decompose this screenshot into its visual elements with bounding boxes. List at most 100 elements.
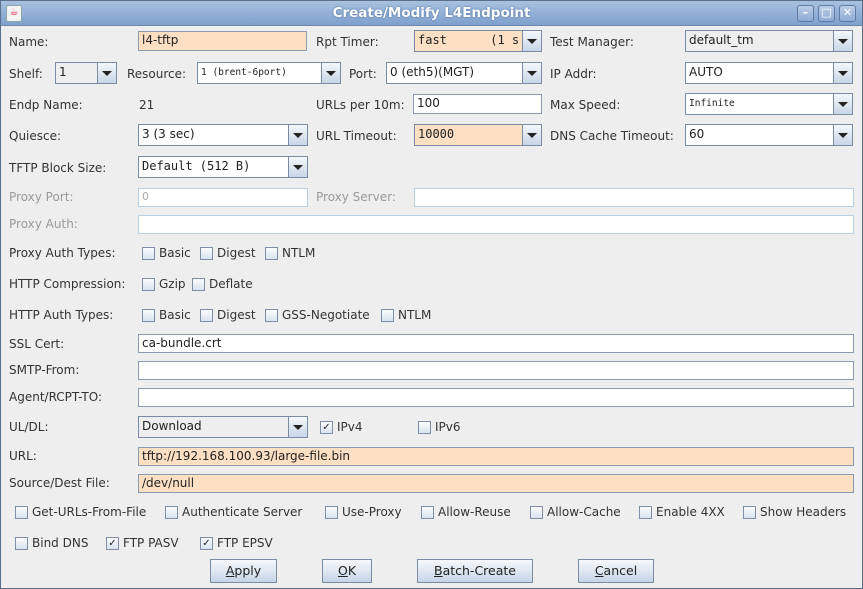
checkbox-label: Show Headers xyxy=(760,505,847,519)
gzip-checkbox[interactable]: Gzip xyxy=(142,277,186,291)
proxy-port-input[interactable]: 0 xyxy=(138,188,308,207)
chevron-down-icon[interactable] xyxy=(833,31,852,51)
ipv6-checkbox[interactable]: IPv6 xyxy=(418,420,461,434)
checkbox-label: Digest xyxy=(217,308,256,322)
checkbox-label: Basic xyxy=(159,246,191,260)
shelf-select[interactable]: 1 xyxy=(55,62,117,84)
tftp-block-size-select[interactable]: Default (512 B) xyxy=(138,156,308,178)
url-timeout-label: URL Timeout: xyxy=(316,129,397,143)
source-dest-file-label: Source/Dest File: xyxy=(9,476,110,490)
dialog-window: ☕ Create/Modify L4Endpoint – □ ✕ Name: l… xyxy=(0,0,863,589)
chevron-down-icon[interactable] xyxy=(97,63,116,83)
ip-addr-label: IP Addr: xyxy=(550,67,597,81)
deflate-checkbox[interactable]: Deflate xyxy=(192,277,253,291)
dns-cache-timeout-select[interactable]: 60 xyxy=(685,124,853,146)
ok-button[interactable]: OK xyxy=(322,559,372,583)
ul-dl-select[interactable]: Download xyxy=(138,416,308,438)
cancel-button[interactable]: Cancel xyxy=(578,559,654,583)
mnemonic: B xyxy=(434,563,443,578)
checkbox-label: FTP PASV xyxy=(123,536,179,550)
checkbox-checked-icon: ✓ xyxy=(200,536,213,550)
checkbox-label: Use-Proxy xyxy=(342,505,402,519)
apply-button[interactable]: Apply xyxy=(210,559,277,583)
dns-cache-timeout-value: 60 xyxy=(689,127,705,141)
ip-addr-select[interactable]: AUTO xyxy=(685,62,853,84)
ssl-cert-label: SSL Cert: xyxy=(9,337,65,351)
test-manager-select[interactable]: default_tm xyxy=(685,30,853,52)
checkbox-label: Allow-Reuse xyxy=(438,505,511,519)
proxy-server-input[interactable] xyxy=(414,188,854,207)
chevron-down-icon[interactable] xyxy=(833,125,852,145)
title-bar[interactable]: ☕ Create/Modify L4Endpoint – □ ✕ xyxy=(1,1,862,26)
checkbox-icon xyxy=(200,246,213,260)
test-manager-label: Test Manager: xyxy=(550,35,634,49)
resource-select[interactable]: 1 (brent-6port) xyxy=(197,62,341,84)
quiesce-select[interactable]: 3 (3 sec) xyxy=(138,124,308,146)
rpt-timer-select[interactable]: fast (1 s) xyxy=(414,30,542,52)
allow-cache-checkbox[interactable]: Allow-Cache xyxy=(530,505,621,519)
minimize-icon: – xyxy=(802,6,809,19)
agent-rcpt-to-input[interactable] xyxy=(138,388,854,407)
chevron-down-icon[interactable] xyxy=(522,125,541,145)
chevron-down-icon[interactable] xyxy=(833,63,852,83)
checkbox-checked-icon: ✓ xyxy=(106,536,119,550)
chevron-down-icon[interactable] xyxy=(321,63,340,83)
use-proxy-checkbox[interactable]: Use-Proxy xyxy=(325,505,402,519)
name-input[interactable]: l4-tftp xyxy=(138,31,307,51)
chevron-down-icon[interactable] xyxy=(288,417,307,437)
close-button[interactable]: ✕ xyxy=(839,5,856,22)
bind-dns-checkbox[interactable]: Bind DNS xyxy=(15,536,88,550)
urls-per-10m-input[interactable]: 100 xyxy=(413,94,542,114)
http-auth-digest-checkbox[interactable]: Digest xyxy=(200,308,256,322)
ftp-pasv-checkbox[interactable]: ✓ FTP PASV xyxy=(106,536,179,550)
http-auth-gss-negotiate-checkbox[interactable]: GSS-Negotiate xyxy=(265,308,370,322)
source-dest-file-input[interactable]: /dev/null xyxy=(138,474,854,493)
chevron-down-icon[interactable] xyxy=(288,125,307,145)
enable-4xx-checkbox[interactable]: Enable 4XX xyxy=(639,505,725,519)
checkbox-icon xyxy=(325,505,338,519)
chevron-down-icon[interactable] xyxy=(522,31,541,51)
checkbox-icon xyxy=(192,277,205,291)
button-label: K xyxy=(347,563,357,578)
authenticate-server-checkbox[interactable]: Authenticate Server xyxy=(165,505,302,519)
checkbox-icon xyxy=(15,505,28,519)
checkbox-icon xyxy=(200,308,213,322)
http-auth-basic-checkbox[interactable]: Basic xyxy=(142,308,191,322)
url-input[interactable]: tftp://192.168.100.93/large-file.bin xyxy=(138,447,854,466)
ftp-epsv-checkbox[interactable]: ✓ FTP EPSV xyxy=(200,536,273,550)
quiesce-label: Quiesce: xyxy=(9,129,62,143)
url-timeout-value: 10000 xyxy=(418,127,455,141)
checkbox-icon xyxy=(530,505,543,519)
window-title: Create/Modify L4Endpoint xyxy=(332,5,531,21)
agent-rcpt-to-label: Agent/RCPT-TO: xyxy=(9,390,102,404)
chevron-down-icon[interactable] xyxy=(833,94,852,114)
proxy-auth-input[interactable] xyxy=(138,215,854,234)
maximize-button[interactable]: □ xyxy=(818,5,835,22)
http-auth-ntlm-checkbox[interactable]: NTLM xyxy=(381,308,431,322)
proxy-server-label: Proxy Server: xyxy=(316,190,396,204)
get-urls-from-file-checkbox[interactable]: Get-URLs-From-File xyxy=(15,505,146,519)
batch-create-button[interactable]: Batch-Create xyxy=(417,559,533,583)
max-speed-select[interactable]: Infinite xyxy=(685,93,853,115)
chevron-down-icon[interactable] xyxy=(522,63,541,83)
port-select[interactable]: 0 (eth5)(MGT) xyxy=(386,62,542,84)
checkbox-icon xyxy=(142,277,155,291)
port-label: Port: xyxy=(349,67,377,81)
chevron-down-icon[interactable] xyxy=(288,157,307,177)
endp-name-value: 21 xyxy=(139,98,155,112)
ip-addr-value: AUTO xyxy=(689,65,723,79)
minimize-button[interactable]: – xyxy=(797,5,814,22)
proxy-auth-basic-checkbox[interactable]: Basic xyxy=(142,246,191,260)
allow-reuse-checkbox[interactable]: Allow-Reuse xyxy=(421,505,511,519)
name-label: Name: xyxy=(9,35,49,49)
checkbox-label: NTLM xyxy=(398,308,432,322)
smtp-from-input[interactable] xyxy=(138,361,854,380)
checkbox-checked-icon: ✓ xyxy=(320,420,333,434)
checkbox-label: Deflate xyxy=(209,277,253,291)
proxy-auth-ntlm-checkbox[interactable]: NTLM xyxy=(265,246,315,260)
ssl-cert-input[interactable]: ca-bundle.crt xyxy=(138,334,854,353)
url-timeout-select[interactable]: 10000 xyxy=(414,124,542,146)
show-headers-checkbox[interactable]: Show Headers xyxy=(743,505,846,519)
ipv4-checkbox[interactable]: ✓ IPv4 xyxy=(320,420,363,434)
proxy-auth-digest-checkbox[interactable]: Digest xyxy=(200,246,256,260)
